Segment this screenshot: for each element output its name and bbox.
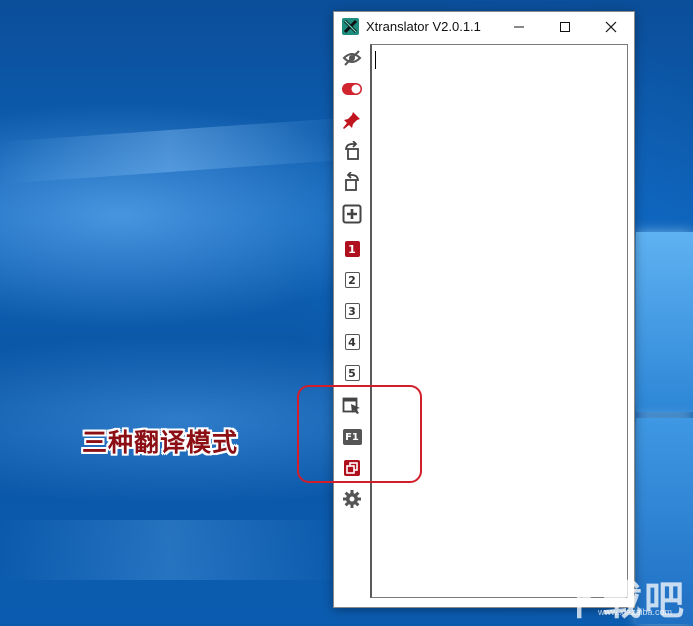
pin-icon bbox=[343, 112, 360, 129]
rotate-ccw-icon bbox=[345, 172, 359, 191]
xtranslator-window: Xtranslator V2.0.1.1 1 2 3 4 5 F1 bbox=[333, 11, 635, 608]
settings-button[interactable] bbox=[340, 487, 364, 511]
rotate-left-button[interactable] bbox=[340, 170, 364, 194]
light-streak bbox=[0, 118, 340, 184]
toggle-button[interactable] bbox=[340, 77, 364, 101]
translation-text-area[interactable] bbox=[370, 44, 628, 598]
mode-2-label: 2 bbox=[344, 272, 360, 288]
mode-5-button[interactable]: 5 bbox=[340, 361, 364, 385]
watermark-url: www.xiazaiba.com bbox=[598, 607, 673, 617]
close-icon bbox=[605, 21, 617, 33]
annotation-caption: 三种翻译模式 bbox=[82, 428, 239, 457]
mode-3-label: 3 bbox=[344, 303, 360, 319]
plus-square-icon bbox=[342, 204, 362, 224]
rotate-cw-icon bbox=[345, 141, 359, 160]
eye-slash-icon bbox=[342, 50, 362, 66]
text-caret bbox=[375, 51, 376, 69]
light-streak bbox=[0, 520, 340, 580]
hide-button[interactable] bbox=[340, 46, 364, 70]
pin-button[interactable] bbox=[340, 108, 364, 132]
side-toolbar: 1 2 3 4 5 F1 bbox=[334, 42, 370, 607]
mode-2-button[interactable]: 2 bbox=[340, 268, 364, 292]
title-bar[interactable]: Xtranslator V2.0.1.1 bbox=[334, 12, 634, 42]
mode-4-button[interactable]: 4 bbox=[340, 330, 364, 354]
windows-logo-pane bbox=[636, 232, 693, 412]
rotate-right-button[interactable] bbox=[340, 139, 364, 163]
minimize-icon bbox=[514, 26, 524, 28]
mode-3-button[interactable]: 3 bbox=[340, 299, 364, 323]
maximize-button[interactable] bbox=[542, 12, 588, 42]
minimize-button[interactable] bbox=[496, 12, 542, 42]
toggle-switch-icon bbox=[342, 83, 362, 95]
window-title: Xtranslator V2.0.1.1 bbox=[366, 19, 481, 34]
mode-5-label: 5 bbox=[344, 365, 360, 381]
watermark-logo: 下载吧 bbox=[560, 578, 686, 624]
gear-icon bbox=[343, 490, 361, 508]
mode-1-button[interactable]: 1 bbox=[340, 237, 364, 261]
annotation-highlight-box bbox=[297, 385, 422, 483]
maximize-icon bbox=[560, 22, 570, 32]
mode-1-label: 1 bbox=[344, 241, 360, 257]
add-button[interactable] bbox=[340, 202, 364, 226]
close-button[interactable] bbox=[588, 12, 634, 42]
mode-4-label: 4 bbox=[344, 334, 360, 350]
xtranslator-logo-icon bbox=[342, 18, 359, 35]
